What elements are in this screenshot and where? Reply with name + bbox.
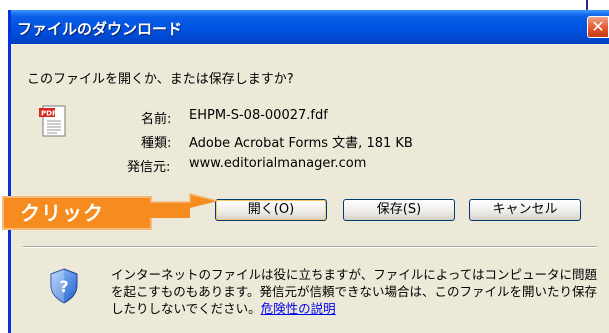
shield-question-icon: ? bbox=[50, 268, 78, 304]
file-name-value: EHPM-S-08-00027.fdf bbox=[189, 108, 328, 123]
svg-text:PDF: PDF bbox=[41, 110, 57, 118]
source-label: 発信元: bbox=[127, 160, 171, 175]
close-button[interactable]: ✕ bbox=[587, 16, 609, 38]
warning-text: インターネットのファイルは役に立ちますが、ファイルによってはコンピュータに問題を… bbox=[111, 267, 598, 316]
file-download-dialog: ファイルのダウンロード ✕ このファイルを開くか、または保存しますか? PDF … bbox=[8, 10, 609, 333]
security-warning: インターネットのファイルは役に立ちますが、ファイルによってはコンピュータに問題を… bbox=[111, 266, 601, 317]
name-label: 名前: bbox=[141, 112, 172, 127]
source-value: www.editorialmanager.com bbox=[189, 156, 367, 171]
dialog-title: ファイルのダウンロード bbox=[17, 20, 183, 38]
type-label: 種類: bbox=[141, 136, 172, 151]
click-annotation: クリック bbox=[2, 196, 152, 230]
svg-text:?: ? bbox=[59, 277, 68, 296]
file-type-value: Adobe Acrobat Forms 文書, 181 KB bbox=[189, 136, 413, 151]
background-window-top bbox=[0, 0, 609, 10]
pdf-file-icon: PDF bbox=[39, 105, 66, 137]
save-button[interactable]: 保存(S) bbox=[343, 199, 455, 221]
open-button[interactable]: 開く(O) bbox=[215, 199, 327, 221]
annotation-arrow-icon bbox=[150, 193, 219, 218]
cancel-button[interactable]: キャンセル bbox=[469, 199, 581, 221]
download-question: このファイルを開くか、または保存しますか? bbox=[27, 72, 294, 87]
risk-explanation-link[interactable]: 危険性の説明 bbox=[261, 301, 336, 316]
divider bbox=[23, 246, 597, 248]
title-bar[interactable]: ファイルのダウンロード ✕ bbox=[11, 10, 609, 44]
